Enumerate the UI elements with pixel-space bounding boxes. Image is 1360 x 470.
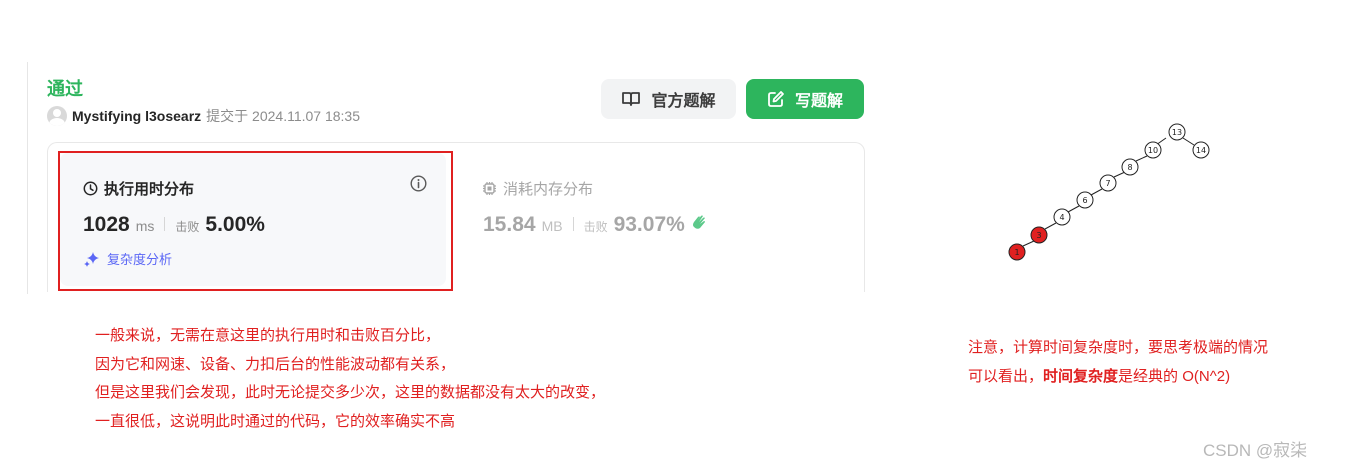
annotation-line: 因为它和网速、设备、力扣后台的性能波动都有关系， bbox=[95, 355, 456, 373]
annotation-line: 一直很低，这说明此时通过的代码，它的效率确实不高 bbox=[95, 412, 456, 430]
annotation-line: 可以看出，时间复杂度是经典的 O(N^2) bbox=[968, 362, 1268, 391]
memory-title[interactable]: 消耗内存分布 bbox=[482, 178, 593, 199]
tree-node: 8 bbox=[1121, 158, 1139, 176]
edit-icon bbox=[768, 91, 784, 107]
divider bbox=[572, 217, 574, 231]
memory-unit: MB bbox=[541, 218, 563, 234]
tree-node-label: 8 bbox=[1127, 163, 1132, 172]
tree-node: 13 bbox=[1168, 123, 1186, 141]
memory-value: 15.84 bbox=[483, 213, 536, 236]
memory-title-text: 消耗内存分布 bbox=[503, 181, 594, 198]
username-link[interactable]: Mystifying l3osearz bbox=[72, 108, 201, 124]
tree-node: 4 bbox=[1053, 208, 1071, 226]
annotation-text: 是经典的 O(N^2) bbox=[1118, 368, 1231, 385]
annotation-text: 可以看出， bbox=[968, 368, 1044, 385]
tree-node-label: 1 bbox=[1014, 248, 1019, 257]
tree-node-label: 14 bbox=[1196, 146, 1206, 155]
annotation-emphasis: 时间复杂度 bbox=[1043, 368, 1119, 385]
runtime-highlight-box bbox=[58, 151, 453, 291]
annotation-right: 注意，计算时间复杂度时，要思考极端的情况 可以看出，时间复杂度是经典的 O(N^… bbox=[968, 333, 1268, 391]
tree-node: 6 bbox=[1076, 191, 1094, 209]
write-solution-button[interactable]: 写题解 bbox=[746, 79, 864, 119]
annotation-line: 注意，计算时间复杂度时，要思考极端的情况 bbox=[968, 339, 1269, 356]
annotation-line: 一般来说，无需在意这里的执行用时和击败百分比， bbox=[95, 327, 441, 344]
tree-node-label: 7 bbox=[1105, 179, 1110, 188]
bst-tree-diagram: 13 14 10 8 7 6 4 3 1 bbox=[1008, 123, 1210, 261]
card-fade bbox=[28, 292, 868, 304]
tree-node-label: 10 bbox=[1148, 146, 1158, 155]
submission-time: 提交于 2024.11.07 18:35 bbox=[206, 108, 360, 124]
tree-node: 14 bbox=[1192, 141, 1210, 159]
submission-status: 通过 bbox=[47, 79, 83, 99]
annotation-left: 一般来说，无需在意这里的执行用时和击败百分比， 因为它和网速、设备、力扣后台的性… bbox=[95, 322, 605, 436]
avatar[interactable] bbox=[47, 106, 67, 126]
tree-node: 10 bbox=[1144, 141, 1162, 159]
tree-node-label: 6 bbox=[1082, 196, 1087, 205]
tree-node: 1 bbox=[1008, 243, 1026, 261]
official-solution-button[interactable]: 官方题解 bbox=[601, 79, 736, 119]
tree-node-label: 4 bbox=[1059, 213, 1064, 222]
submitter-row: Mystifying l3osearz 提交于 2024.11.07 18:35 bbox=[47, 106, 360, 126]
csdn-watermark: CSDN @寂柒 bbox=[1203, 441, 1308, 460]
tree-node-label: 13 bbox=[1172, 128, 1182, 137]
memory-beat-label: 击败 bbox=[583, 220, 608, 234]
memory-metric: 15.84 MB 击败 93.07% bbox=[483, 213, 708, 237]
official-solution-label: 官方题解 bbox=[651, 93, 716, 110]
memory-beat-percent: 93.07% bbox=[613, 213, 685, 236]
tree-node: 3 bbox=[1030, 226, 1048, 244]
chip-icon bbox=[483, 182, 496, 195]
panel-left-border bbox=[27, 62, 28, 294]
book-icon bbox=[622, 92, 641, 106]
tree-node-label: 3 bbox=[1036, 231, 1041, 240]
annotation-line: 但是这里我们会发现，此时无论提交多少次，这里的数据都没有太大的改变， bbox=[95, 384, 606, 401]
clap-icon bbox=[692, 215, 705, 229]
write-solution-label: 写题解 bbox=[794, 93, 843, 110]
tree-node: 7 bbox=[1099, 174, 1117, 192]
